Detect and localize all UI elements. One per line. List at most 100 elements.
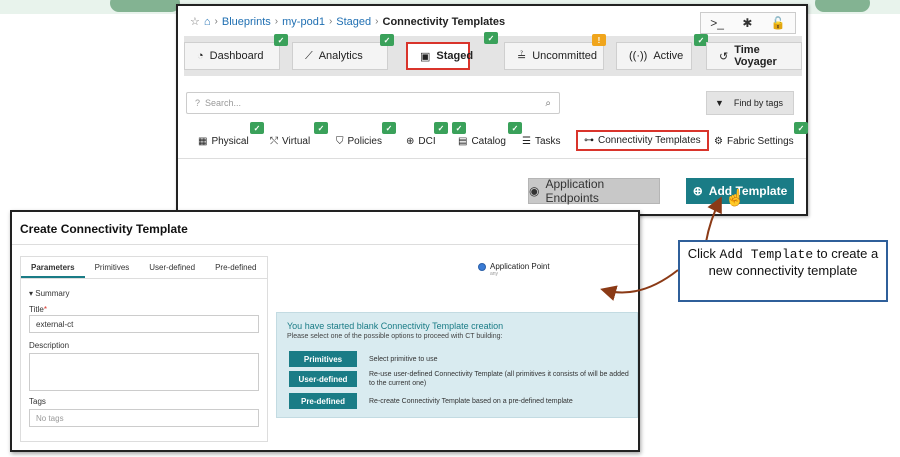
plus-circle-icon: ⊕ xyxy=(692,184,703,198)
breadcrumb: ☆ ⌂ › Blueprints › my-pod1 › Staged › Co… xyxy=(190,15,506,29)
calendar-icon: ▤ xyxy=(458,136,468,147)
tab-label: Analytics xyxy=(318,50,363,62)
lock-icon[interactable]: 🔓 xyxy=(771,16,786,30)
hand-cursor-icon: ☝ xyxy=(725,190,745,207)
app-point-sub: any xyxy=(490,271,499,277)
tab-primitives[interactable]: Primitives xyxy=(85,257,140,278)
chevron-icon: › xyxy=(274,16,279,27)
subtab-tasks[interactable]: ☰ Tasks xyxy=(522,136,561,147)
settings-icon: ⚙ xyxy=(714,136,723,147)
tab-dashboard[interactable]: ◔ Dashboard xyxy=(184,42,280,70)
check-badge-icon: ✓ xyxy=(484,32,498,44)
home-icon[interactable]: ⌂ xyxy=(204,16,211,28)
help-icon: ? xyxy=(195,98,201,108)
subtab-label: Connectivity Templates xyxy=(598,135,701,146)
pre-defined-button[interactable]: Pre-defined xyxy=(289,393,357,409)
shield-icon: ⛉ xyxy=(336,136,344,147)
tags-field[interactable]: No tags xyxy=(29,409,259,427)
tab-label: Active xyxy=(653,50,684,62)
check-badge-icon: ✓ xyxy=(382,122,396,134)
search-icon[interactable]: ⌕ xyxy=(545,98,551,109)
breadcrumb-blueprints[interactable]: Blueprints xyxy=(222,16,271,28)
button-label: Application Endpoints xyxy=(545,177,605,205)
warning-badge-icon: ! xyxy=(592,34,606,46)
subtab-label: DCI xyxy=(418,136,436,147)
top-right-tools: >_ ✱ 🔓 xyxy=(700,12,796,34)
instruction-callout: Click Add Template to create a new conne… xyxy=(678,240,888,302)
application-endpoints-button[interactable]: ◉ Application Endpoints xyxy=(528,177,660,205)
tags-label: Tags xyxy=(29,397,46,406)
list-icon: ☰ xyxy=(522,136,531,147)
blueprint-panel: ☆ ⌂ › Blueprints › my-pod1 › Staged › Co… xyxy=(176,4,808,216)
bg-stroke xyxy=(815,0,870,12)
diff-icon: ≟ xyxy=(517,50,527,63)
tab-analytics[interactable]: ⟋ Analytics xyxy=(292,42,388,70)
subtab-fabric-settings[interactable]: ⚙ Fabric Settings xyxy=(714,136,794,147)
tab-parameters[interactable]: Parameters xyxy=(21,257,85,278)
app-point-label: Application Point xyxy=(490,262,550,271)
check-badge-icon: ✓ xyxy=(314,122,328,134)
network-icon: ⤲ xyxy=(270,136,278,147)
callout-code: Add Template xyxy=(719,247,814,262)
user-defined-button[interactable]: User-defined xyxy=(289,371,357,387)
pre-defined-desc: Re-create Connectivity Template based on… xyxy=(369,398,573,405)
screenshot-stage: ☆ ⌂ › Blueprints › my-pod1 › Staged › Co… xyxy=(0,0,900,457)
eye-icon: ◉ xyxy=(529,184,540,198)
user-defined-desc: Re-use user-defined Connectivity Templat… xyxy=(369,371,629,387)
check-badge-icon: ✓ xyxy=(434,122,448,134)
bug-icon[interactable]: ✱ xyxy=(742,16,752,30)
dialog-title: Create Connectivity Template xyxy=(20,222,188,236)
tab-uncommitted[interactable]: ≟ Uncommitted xyxy=(504,42,604,70)
dialog-tabs: Parameters Primitives User-defined Pre-d… xyxy=(21,257,267,279)
tab-time-voyager[interactable]: ↺ Time Voyager xyxy=(706,42,802,70)
summary-label: Summary xyxy=(35,289,70,298)
search-input[interactable]: ? Search... ⌕ xyxy=(186,92,560,114)
create-ct-dialog: Create Connectivity Template Parameters … xyxy=(10,210,640,452)
subtab-connectivity-templates[interactable]: ⊶ Connectivity Templates xyxy=(576,130,709,151)
summary-toggle[interactable]: ▾ Summary xyxy=(29,289,69,298)
subtab-label: Virtual xyxy=(282,136,311,147)
divider xyxy=(12,244,638,245)
breadcrumb-pod[interactable]: my-pod1 xyxy=(282,16,325,28)
signal-icon: ((·)) xyxy=(629,50,648,62)
check-badge-icon: ✓ xyxy=(508,122,522,134)
terminal-icon[interactable]: >_ xyxy=(710,16,724,30)
search-placeholder: Search... xyxy=(205,98,242,108)
subtab-physical[interactable]: ▦ Physical xyxy=(198,136,249,147)
tab-pre-defined[interactable]: Pre-defined xyxy=(205,257,266,278)
primitives-desc: Select primitive to use xyxy=(369,356,438,363)
subtab-label: Fabric Settings xyxy=(726,136,794,147)
document-icon: ▣ xyxy=(420,50,431,63)
radio-icon xyxy=(478,263,486,271)
description-label: Description xyxy=(29,341,70,350)
star-icon[interactable]: ☆ xyxy=(190,15,200,28)
breadcrumb-current: Connectivity Templates xyxy=(382,15,506,28)
divider xyxy=(178,158,806,159)
tab-staged[interactable]: ▣ Staged xyxy=(406,42,473,70)
tab-active[interactable]: ((·)) Active xyxy=(616,42,692,70)
find-by-tags-button[interactable]: ▼ Find by tags xyxy=(706,91,794,115)
gauge-icon: ◔ xyxy=(197,50,204,62)
hierarchy-icon: ⊶ xyxy=(584,135,594,146)
breadcrumb-staged[interactable]: Staged xyxy=(336,16,371,28)
title-label-text: Title xyxy=(29,305,44,314)
subtab-policies[interactable]: ⛉ Policies xyxy=(336,136,382,147)
tab-label: Uncommitted xyxy=(532,50,598,62)
application-point-radio[interactable]: Application Point any xyxy=(478,262,550,277)
tab-label: Time Voyager xyxy=(734,44,777,68)
primitives-button[interactable]: Primitives xyxy=(289,351,357,367)
check-badge-icon: ✓ xyxy=(794,122,808,134)
blank-ct-info-box: You have started blank Connectivity Temp… xyxy=(276,312,638,418)
globe-icon: ⊕ xyxy=(406,136,415,147)
title-field[interactable]: external-ct xyxy=(29,315,259,333)
bg-stroke xyxy=(110,0,180,12)
chevron-icon: › xyxy=(328,16,333,27)
subtab-virtual[interactable]: ⤲ Virtual xyxy=(270,136,310,147)
server-icon: ▦ xyxy=(198,136,208,147)
description-field[interactable] xyxy=(29,353,259,391)
tab-user-defined[interactable]: User-defined xyxy=(139,257,205,278)
check-badge-icon: ✓ xyxy=(380,34,394,46)
chevron-icon: › xyxy=(214,16,218,27)
subtab-catalog[interactable]: ▤ Catalog xyxy=(458,136,506,147)
subtab-dci[interactable]: ⊕ DCI xyxy=(406,136,436,147)
